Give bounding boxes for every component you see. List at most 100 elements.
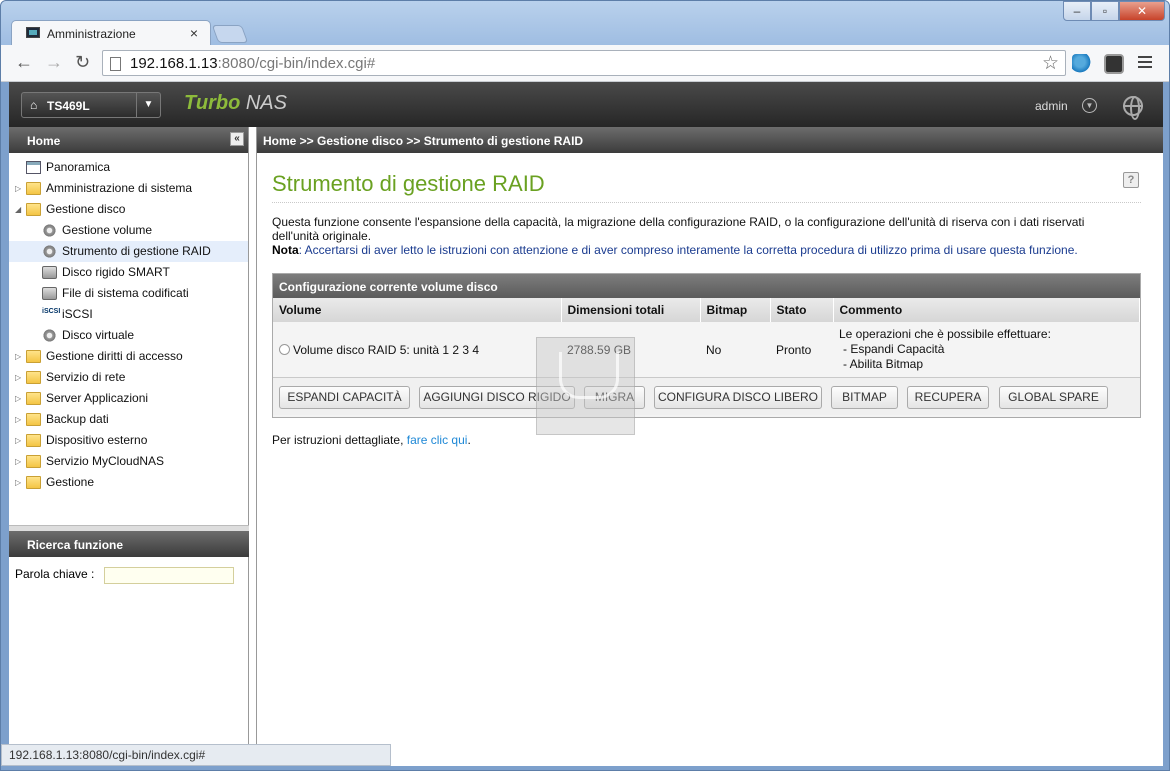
keyword-input[interactable] bbox=[104, 567, 234, 584]
volume-cell[interactable]: Volume disco RAID 5: unità 1 2 3 4 bbox=[273, 322, 561, 377]
sidebar-item-amministrazione[interactable]: ▷ Amministrazione di sistema bbox=[9, 178, 248, 199]
state-cell: Pronto bbox=[770, 322, 833, 377]
expand-arrow-icon[interactable]: ▷ bbox=[15, 472, 25, 493]
title-divider bbox=[272, 202, 1141, 203]
action-buttons: ESPANDI CAPACITÀ AGGIUNGI DISCO RIGIDO M… bbox=[273, 377, 1140, 415]
page-title: Strumento di gestione RAID bbox=[272, 171, 545, 196]
folder-icon bbox=[26, 476, 41, 489]
expand-capacity-button[interactable]: ESPANDI CAPACITÀ bbox=[279, 386, 410, 409]
sidebar-item-external-device[interactable]: ▷ Dispositivo esterno bbox=[9, 430, 248, 451]
page-icon bbox=[110, 57, 121, 71]
sidebar-item-iscsi[interactable]: iSCSI iSCSI bbox=[9, 304, 248, 325]
sidebar-item-gestione[interactable]: ▷ Gestione bbox=[9, 472, 248, 493]
folder-icon bbox=[26, 350, 41, 363]
browser-window: – ▫ ✕ Amministrazione × ← → ↻ 192.168.1.… bbox=[0, 0, 1170, 771]
configure-spare-button[interactable]: CONFIGURA DISCO LIBERO bbox=[654, 386, 822, 409]
sidebar-item-encrypted-fs[interactable]: File di sistema codificati bbox=[9, 283, 248, 304]
function-search: Ricerca funzione Parola chiave : bbox=[9, 525, 249, 587]
table-row[interactable]: Volume disco RAID 5: unità 1 2 3 4 2788.… bbox=[273, 322, 1140, 377]
home-icon: ⌂ bbox=[30, 98, 38, 112]
note-text: Nota: Accertarsi di aver letto le istruz… bbox=[272, 243, 1078, 257]
keyword-label: Parola chiave : bbox=[15, 567, 95, 581]
table-header-row: Volume Dimensioni totali Bitmap Stato Co… bbox=[273, 298, 1140, 322]
monitor-icon bbox=[26, 27, 40, 38]
minimize-button[interactable]: – bbox=[1063, 1, 1091, 21]
tab-close-icon[interactable]: × bbox=[190, 25, 198, 41]
global-spare-button[interactable]: GLOBAL SPARE bbox=[999, 386, 1108, 409]
panel-title: Configurazione corrente volume disco bbox=[273, 274, 1140, 298]
title-bar: – ▫ ✕ Amministrazione × bbox=[1, 1, 1169, 45]
sidebar-item-app-server[interactable]: ▷ Server Applicazioni bbox=[9, 388, 248, 409]
back-arrow-icon[interactable]: ← bbox=[15, 52, 33, 73]
sidebar-item-virtual-disk[interactable]: Disco virtuale bbox=[9, 325, 248, 346]
bookmark-star-icon[interactable]: ☆ bbox=[1042, 52, 1059, 75]
expand-arrow-icon[interactable]: ▷ bbox=[15, 178, 25, 199]
user-menu-icon[interactable]: ▼ bbox=[1082, 98, 1097, 113]
col-state: Stato bbox=[770, 298, 834, 322]
recover-button[interactable]: RECUPERA bbox=[907, 386, 989, 409]
expand-arrow-icon[interactable]: ▷ bbox=[15, 388, 25, 409]
folder-open-icon bbox=[26, 203, 41, 216]
description: Questa funzione consente l'espansione de… bbox=[272, 215, 1132, 257]
collapse-sidebar-icon[interactable]: « bbox=[230, 132, 244, 146]
app-header: ⌂ TS469L ▼ Turbo NAS admin ▼ bbox=[9, 82, 1163, 127]
col-size: Dimensioni totali bbox=[561, 298, 701, 322]
folder-icon bbox=[26, 434, 41, 447]
volume-radio[interactable] bbox=[279, 343, 290, 355]
instructions: Per istruzioni dettagliate, fare clic qu… bbox=[272, 433, 471, 447]
browser-toolbar: ← → ↻ 192.168.1.13:8080/cgi-bin/index.cg… bbox=[1, 45, 1169, 82]
user-name[interactable]: admin bbox=[1035, 99, 1068, 113]
expand-arrow-icon[interactable]: ▷ bbox=[15, 451, 25, 472]
expand-arrow-icon[interactable]: ▷ bbox=[15, 367, 25, 388]
col-comment: Commento bbox=[833, 298, 1140, 322]
browser-tab[interactable]: Amministrazione × bbox=[11, 20, 211, 45]
main-content: Home >> Gestione disco >> Strumento di g… bbox=[256, 127, 1163, 766]
instructions-link[interactable]: fare clic qui bbox=[407, 433, 468, 447]
tab-title: Amministrazione bbox=[47, 27, 136, 41]
expand-arrow-icon[interactable]: ▷ bbox=[15, 346, 25, 367]
model-selector[interactable]: ⌂ TS469L ▼ bbox=[21, 92, 161, 118]
bitmap-cell: No bbox=[700, 322, 770, 377]
folder-icon bbox=[26, 455, 41, 468]
sidebar-item-raid-tool[interactable]: Strumento di gestione RAID bbox=[9, 241, 248, 262]
virtual-disk-icon bbox=[42, 329, 57, 342]
sidebar-item-network[interactable]: ▷ Servizio di rete bbox=[9, 367, 248, 388]
sidebar-header: Home « bbox=[9, 127, 248, 153]
hard-disk-icon bbox=[42, 266, 57, 279]
url-path: :8080/cgi-bin/index.cgi# bbox=[217, 55, 376, 72]
sidebar-item-gestione-disco[interactable]: ◢ Gestione disco bbox=[9, 199, 248, 220]
folder-icon bbox=[26, 392, 41, 405]
language-globe-icon[interactable] bbox=[1123, 96, 1143, 120]
folder-icon bbox=[26, 371, 41, 384]
browser-menu-icon[interactable] bbox=[1138, 54, 1152, 71]
watermark-logo bbox=[536, 337, 635, 435]
forward-arrow-icon[interactable]: → bbox=[45, 52, 63, 73]
collapse-arrow-icon[interactable]: ◢ bbox=[15, 199, 25, 220]
extension-icon[interactable] bbox=[1104, 54, 1124, 74]
bitmap-button[interactable]: BITMAP bbox=[831, 386, 898, 409]
help-icon[interactable]: ? bbox=[1123, 172, 1139, 188]
sidebar: Home « Panoramica ▷ Amministrazione di s… bbox=[9, 127, 249, 766]
iscsi-icon: iSCSI bbox=[42, 308, 61, 315]
sidebar-item-mycloudnas[interactable]: ▷ Servizio MyCloudNAS bbox=[9, 451, 248, 472]
address-bar[interactable]: 192.168.1.13:8080/cgi-bin/index.cgi# ☆ bbox=[102, 50, 1066, 76]
skype-extension-icon[interactable] bbox=[1072, 54, 1092, 74]
sidebar-title: Home bbox=[27, 134, 61, 148]
sidebar-item-gestione-volume[interactable]: Gestione volume bbox=[9, 220, 248, 241]
folder-icon bbox=[26, 182, 41, 195]
sidebar-item-backup[interactable]: ▷ Backup dati bbox=[9, 409, 248, 430]
sidebar-item-smart[interactable]: Disco rigido SMART bbox=[9, 262, 248, 283]
col-volume: Volume bbox=[273, 298, 562, 322]
description-text: Questa funzione consente l'espansione de… bbox=[272, 215, 1085, 243]
sidebar-item-access-rights[interactable]: ▷ Gestione diritti di accesso bbox=[9, 346, 248, 367]
nav-tree: Panoramica ▷ Amministrazione di sistema … bbox=[9, 153, 248, 525]
sidebar-item-panoramica[interactable]: Panoramica bbox=[9, 157, 248, 178]
expand-arrow-icon[interactable]: ▷ bbox=[15, 409, 25, 430]
expand-arrow-icon[interactable]: ▷ bbox=[15, 430, 25, 451]
overview-icon bbox=[26, 161, 41, 174]
close-window-button[interactable]: ✕ bbox=[1119, 1, 1165, 21]
reload-icon[interactable]: ↻ bbox=[75, 52, 90, 73]
new-tab-button[interactable] bbox=[211, 25, 249, 43]
maximize-button[interactable]: ▫ bbox=[1091, 1, 1119, 21]
dropdown-arrow-icon[interactable]: ▼ bbox=[136, 93, 160, 117]
